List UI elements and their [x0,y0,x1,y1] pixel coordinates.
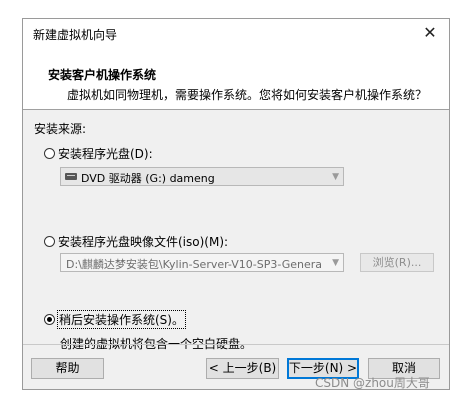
page-subtitle: 虚拟机如同物理机，需要操作系统。您将如何安装客户机操作系统？ [67,88,428,102]
watermark: CSDN @zhou周大哥 [315,376,430,390]
chevron-down-icon[interactable]: ▼ [332,258,339,268]
new-vm-wizard-dialog: 新建虚拟机向导 ✕ 安装客户机操作系统 虚拟机如同物理机，需要操作系统。您将如何… [22,18,450,390]
radio-button-icon[interactable] [44,314,55,325]
dvd-drive-select-value: DVD 驱动器 (G:) dameng [81,172,215,185]
iso-path-select[interactable]: D:\麒麟达梦安装包\Kylin-Server-V10-SP3-General-… [60,253,344,272]
help-button[interactable]: 帮助 [31,358,104,379]
radio-iso-image-label: 安装程序光盘映像文件(iso)(M): [58,235,229,249]
radio-install-later-label: 稍后安装操作系统(S)。 [57,310,186,329]
dvd-drive-icon [65,173,77,180]
close-icon[interactable]: ✕ [419,22,441,44]
chevron-down-icon[interactable]: ▼ [332,172,339,182]
radio-install-later[interactable]: 稍后安装操作系统(S)。 [44,310,186,329]
radio-iso-image[interactable]: 安装程序光盘映像文件(iso)(M): [44,233,228,250]
title-bar: 新建虚拟机向导 ✕ [23,19,449,49]
back-button[interactable]: < 上一步(B) [206,358,279,379]
install-source-label: 安装来源: [34,122,87,136]
window-title: 新建虚拟机向导 [33,28,118,42]
dvd-drive-select[interactable]: DVD 驱动器 (G:) dameng ▼ [60,167,344,186]
radio-button-icon[interactable] [44,236,55,247]
page-title: 安装客户机操作系统 [48,68,157,82]
radio-installer-disc-label: 安装程序光盘(D): [58,147,153,161]
radio-button-icon[interactable] [44,148,55,159]
browse-button[interactable]: 浏览(R)... [360,253,434,272]
wizard-header: 安装客户机操作系统 虚拟机如同物理机，需要操作系统。您将如何安装客户机操作系统？ [23,49,449,110]
footer-divider [23,344,449,345]
wizard-content: 安装来源: 安装程序光盘(D): DVD 驱动器 (G:) dameng ▼ 安… [23,110,449,351]
radio-installer-disc[interactable]: 安装程序光盘(D): [44,145,153,162]
iso-path-select-value: D:\麒麟达梦安装包\Kylin-Server-V10-SP3-General-… [66,258,321,271]
